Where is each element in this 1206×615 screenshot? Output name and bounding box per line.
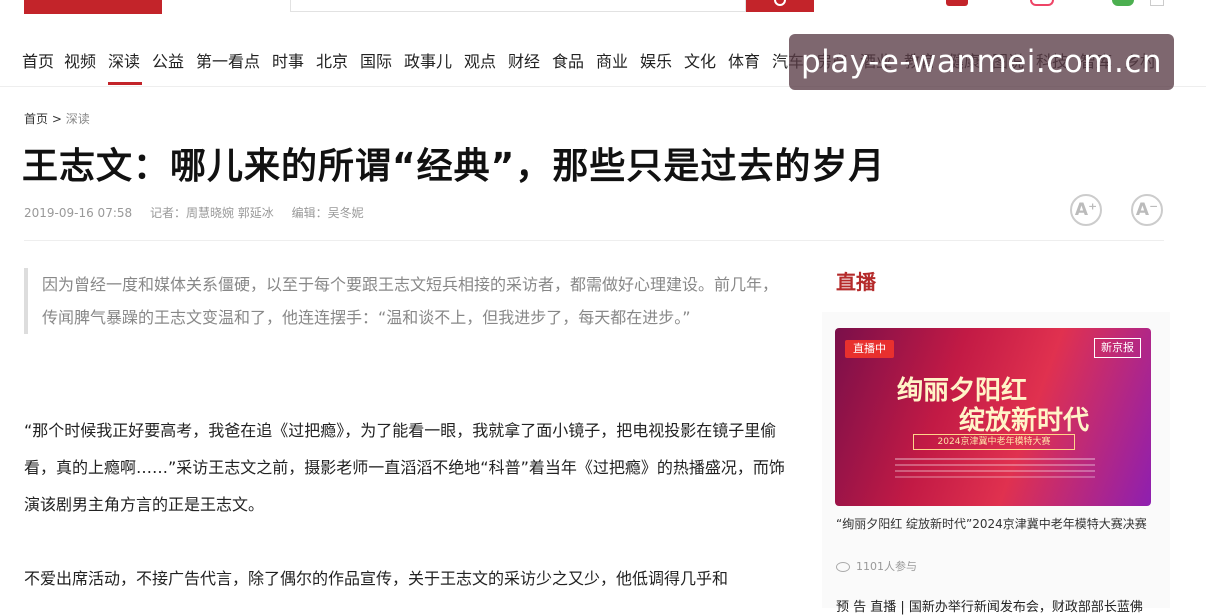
header-bar bbox=[0, 0, 1206, 30]
live-badge: 直播中 bbox=[845, 340, 894, 358]
brand-tag: 新京报 bbox=[1094, 338, 1141, 358]
article-lead-quote: 因为曾经一度和媒体关系僵硬，以至于每个要跟王志文短兵相接的采访者，都需做好心理建… bbox=[24, 268, 784, 334]
nav-item-ent[interactable]: 娱乐 bbox=[640, 48, 672, 72]
wechat-icon[interactable] bbox=[1112, 0, 1134, 6]
divider bbox=[24, 240, 1164, 241]
article-title: 王志文：哪儿来的所谓“经典”，那些只是过去的岁月 bbox=[22, 146, 886, 187]
site-logo[interactable] bbox=[24, 0, 162, 14]
nav-item-video[interactable]: 视频 bbox=[64, 48, 96, 72]
participant-count-text: 1101人参与 bbox=[856, 560, 917, 573]
search-icon bbox=[774, 0, 786, 6]
breadcrumb-separator: > bbox=[51, 112, 62, 126]
font-decrease-button[interactable]: A⁻ bbox=[1131, 194, 1163, 226]
nav-item-business[interactable]: 商业 bbox=[596, 48, 628, 72]
breadcrumb-home[interactable]: 首页 bbox=[24, 112, 48, 126]
live-caption[interactable]: “绚丽夕阳红 绽放新时代”2024京津冀中老年模特大赛决赛 bbox=[836, 514, 1152, 534]
menu-icon[interactable] bbox=[1150, 0, 1164, 6]
article-paragraph: 不爱出席活动，不接广告代言，除了偶尔的作品宣传，关于王志文的采访少之又少，他低调… bbox=[24, 569, 729, 588]
nav-item-first-look[interactable]: 第一看点 bbox=[196, 48, 260, 72]
eye-icon bbox=[836, 562, 850, 572]
nav-item-deep[interactable]: 深读 bbox=[108, 48, 140, 72]
poster-details bbox=[895, 458, 1095, 460]
nav-item-politics[interactable]: 政事儿 bbox=[404, 48, 452, 72]
nav-item-finance[interactable]: 财经 bbox=[508, 48, 540, 72]
nav-item-food[interactable]: 食品 bbox=[552, 48, 584, 72]
font-increase-button[interactable]: A⁺ bbox=[1070, 194, 1102, 226]
poster-headline: 绽放新时代 bbox=[959, 406, 1090, 436]
nav-item-news[interactable]: 时事 bbox=[272, 48, 304, 72]
editor-credit: 编辑：吴冬妮 bbox=[291, 206, 364, 220]
nav-item-sports[interactable]: 体育 bbox=[728, 48, 760, 72]
nav-active-indicator bbox=[108, 82, 142, 85]
app-icon[interactable] bbox=[946, 0, 968, 6]
nav-item-home[interactable]: 首页 bbox=[22, 48, 54, 72]
nav-item-culture[interactable]: 文化 bbox=[684, 48, 716, 72]
sidebar-title: 直播 bbox=[836, 270, 876, 294]
participant-count: 1101人参与 bbox=[836, 558, 917, 574]
nav-item-world[interactable]: 国际 bbox=[360, 48, 392, 72]
search-button[interactable] bbox=[746, 0, 814, 12]
breadcrumb-current[interactable]: 深读 bbox=[66, 112, 90, 126]
poster-subtitle: 2024京津冀中老年模特大赛 bbox=[913, 434, 1075, 450]
live-list-item[interactable]: 预 告 直播 | 国新办举行新闻发布会，财政部部长蓝佛 bbox=[836, 596, 1143, 615]
article-paragraph: “那个时候我正好要高考，我爸在追《过把瘾》，为了能看一眼，我就拿了面小镜子，把电… bbox=[24, 421, 785, 514]
publish-date: 2019-09-16 07:58 bbox=[24, 206, 133, 220]
nav-item-opinion[interactable]: 观点 bbox=[464, 48, 496, 72]
search-input[interactable] bbox=[290, 0, 746, 12]
nav-item-beijing[interactable]: 北京 bbox=[316, 48, 348, 72]
live-thumbnail[interactable]: 直播中 新京报 绚丽夕阳红 绽放新时代 2024京津冀中老年模特大赛 bbox=[835, 328, 1151, 506]
breadcrumb: 首页 > 深读 bbox=[24, 110, 90, 127]
weibo-icon[interactable] bbox=[1030, 0, 1054, 6]
reporter-credit: 记者：周慧晓婉 郭延冰 bbox=[149, 206, 274, 220]
watermark: play-e-wanmei.com.cn bbox=[789, 34, 1174, 90]
article-meta: 2019-09-16 07:58 记者：周慧晓婉 郭延冰 编辑：吴冬妮 bbox=[24, 204, 378, 221]
nav-item-charity[interactable]: 公益 bbox=[152, 48, 184, 72]
